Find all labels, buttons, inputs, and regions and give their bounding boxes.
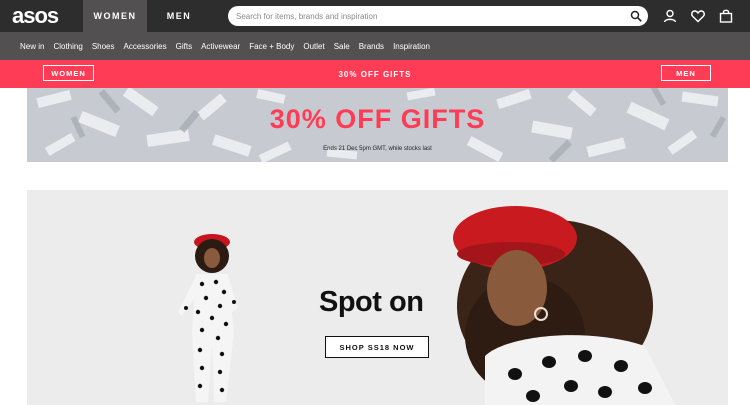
nav-item-shoes[interactable]: Shoes — [92, 42, 115, 51]
promo-strip: 30% OFF GIFTS WOMEN MEN — [0, 60, 750, 88]
search-input[interactable] — [236, 9, 616, 23]
gifts-banner-title: 30% OFF GIFTS — [269, 104, 486, 134]
account-icon[interactable] — [662, 8, 678, 24]
nav-item-brands[interactable]: Brands — [359, 42, 384, 51]
nav-item-new-in[interactable]: New in — [20, 42, 44, 51]
hero-banner[interactable]: Spot on SHOP SS18 NOW — [27, 190, 728, 405]
asos-logo[interactable]: asos — [12, 4, 59, 28]
tab-men[interactable]: MEN — [147, 0, 211, 32]
nav-item-outlet[interactable]: Outlet — [303, 42, 324, 51]
model-left-image — [178, 234, 238, 402]
nav-item-accessories[interactable]: Accessories — [124, 42, 167, 51]
nav-item-inspiration[interactable]: Inspiration — [393, 42, 430, 51]
model-right-image — [453, 206, 675, 405]
heart-icon[interactable] — [690, 8, 706, 24]
promo-women-button[interactable]: WOMEN — [43, 65, 94, 81]
gifts-banner-subtitle: Ends 21 Dec 5pm GMT, while stocks last — [323, 146, 432, 152]
top-bar: asos WOMEN MEN — [0, 0, 750, 32]
nav-item-activewear[interactable]: Activewear — [201, 42, 240, 51]
search-bar — [228, 6, 648, 26]
promo-men-button[interactable]: MEN — [661, 65, 711, 81]
shop-now-button[interactable]: SHOP SS18 NOW — [325, 336, 429, 358]
nav-item-gifts[interactable]: Gifts — [176, 42, 192, 51]
nav-item-face-body[interactable]: Face + Body — [249, 42, 294, 51]
bag-icon[interactable] — [718, 8, 734, 24]
search-icon[interactable] — [630, 10, 642, 22]
nav-item-sale[interactable]: Sale — [334, 42, 350, 51]
hero-title: Spot on — [319, 286, 424, 318]
tab-women[interactable]: WOMEN — [83, 0, 147, 32]
category-nav: New in Clothing Shoes Accessories Gifts … — [0, 32, 750, 60]
promo-text[interactable]: 30% OFF GIFTS — [0, 60, 750, 88]
gifts-banner[interactable]: 30% OFF GIFTS Ends 21 Dec 5pm GMT, while… — [27, 88, 728, 162]
nav-item-clothing[interactable]: Clothing — [53, 42, 82, 51]
